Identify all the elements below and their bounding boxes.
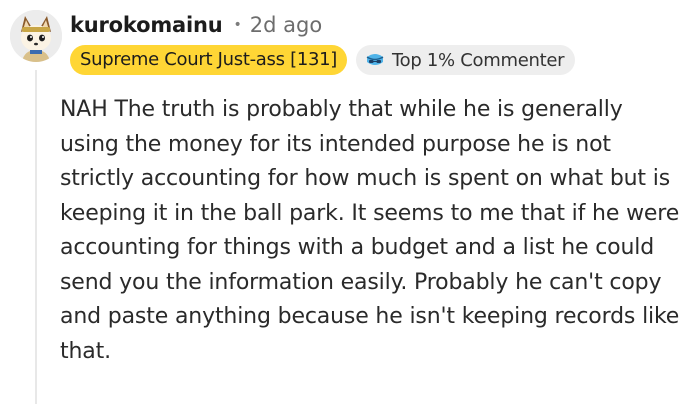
thread-line[interactable] (35, 70, 37, 404)
username-link[interactable]: kurokomainu (70, 13, 223, 37)
comment-header: kurokomainu • 2d ago (70, 8, 322, 42)
top-commenter-icon (366, 54, 384, 65)
avatar-icon (10, 10, 62, 62)
achievement-label: Top 1% Commenter (392, 49, 565, 71)
comment-body: NAH The truth is probably that while he … (60, 97, 680, 364)
comment-timestamp[interactable]: 2d ago (250, 13, 322, 37)
avatar[interactable] (10, 10, 62, 62)
flair-row: Supreme Court Just-ass [131] Top 1% Comm… (70, 44, 576, 76)
user-flair: Supreme Court Just-ass [131] (70, 45, 347, 75)
comment: kurokomainu • 2d ago Supreme Court Just-… (0, 0, 700, 404)
achievement-badge[interactable]: Top 1% Commenter (356, 45, 576, 75)
header-separator: • (233, 17, 242, 33)
